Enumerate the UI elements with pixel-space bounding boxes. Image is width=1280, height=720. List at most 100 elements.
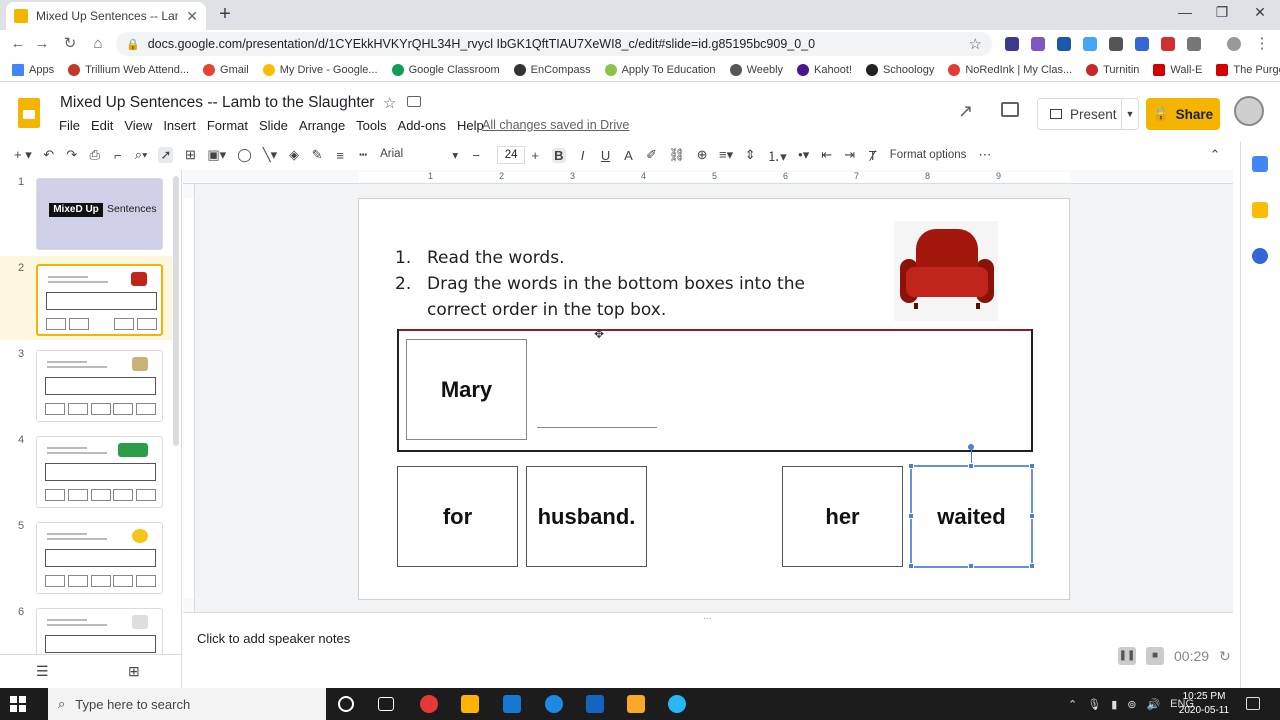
increase-font-size-icon[interactable]: + — [529, 148, 541, 163]
close-window-button[interactable]: ✕ — [1245, 4, 1275, 24]
zoom-icon[interactable]: ⌕▾ — [135, 147, 148, 163]
mail-icon[interactable] — [503, 695, 521, 713]
pause-icon[interactable]: ❚❚ — [1118, 647, 1136, 665]
highlight-color-icon[interactable]: ✐ — [646, 147, 658, 163]
edge-icon[interactable] — [545, 695, 563, 713]
slide-thumbnail[interactable] — [36, 350, 163, 422]
paint-format-icon[interactable]: ⌐ — [112, 148, 124, 163]
word-card-husband[interactable]: husband. — [526, 466, 647, 567]
decrease-indent-icon[interactable]: ⇤ — [821, 147, 833, 163]
select-icon[interactable]: ➚ — [158, 147, 174, 163]
volume-icon[interactable]: 🔊 — [1146, 698, 1160, 711]
back-button[interactable]: ← — [8, 34, 28, 54]
word-icon[interactable] — [586, 695, 604, 713]
menu-tools[interactable]: Tools — [356, 118, 386, 133]
collapse-toolbar-icon[interactable]: ⌃ — [1209, 147, 1221, 163]
line-spacing-icon[interactable]: ⇕ — [744, 147, 756, 163]
windows-start-icon[interactable] — [10, 696, 26, 712]
slide-thumbnail-row[interactable]: 2 — [0, 256, 172, 340]
account-avatar[interactable] — [1234, 96, 1264, 126]
app-icon[interactable] — [668, 695, 686, 713]
reload-button[interactable]: ↻ — [60, 34, 80, 54]
more-icon[interactable]: ⋯ — [978, 147, 991, 163]
word-card-mary[interactable]: Mary — [406, 339, 527, 440]
extension-icon[interactable] — [1135, 37, 1149, 51]
fill-color-icon[interactable]: ◈ — [288, 147, 300, 163]
stop-icon[interactable]: ■ — [1146, 647, 1164, 665]
align-icon[interactable]: ≡▾ — [719, 147, 733, 163]
increase-indent-icon[interactable]: ⇥ — [844, 147, 856, 163]
extension-icon[interactable] — [1005, 37, 1019, 51]
bookmark-item[interactable]: The Purge — [1216, 63, 1280, 76]
new-slide-icon[interactable]: + ▾ — [14, 147, 32, 163]
font-size-input[interactable]: 24 — [497, 146, 526, 164]
show-hidden-icons-icon[interactable]: ⌃ — [1068, 698, 1077, 711]
word-card-for[interactable]: for — [397, 466, 518, 567]
share-button[interactable]: 🔒 Share — [1146, 98, 1220, 130]
bookmark-item[interactable]: Trillium Web Attend... — [68, 63, 189, 76]
word-card-her[interactable]: her — [782, 466, 903, 567]
text-color-icon[interactable]: A — [623, 148, 635, 163]
word-card-waited[interactable]: waited — [911, 466, 1032, 567]
bookmark-star-icon[interactable]: ☆ — [969, 35, 982, 53]
minimize-window-button[interactable]: — — [1170, 4, 1200, 24]
font-family-select[interactable]: Arial ▾ — [380, 148, 458, 162]
taskbar-search[interactable]: ⌕ Type here to search — [48, 688, 326, 720]
format-options-button[interactable]: Format options — [890, 149, 967, 161]
tasks-icon[interactable] — [1252, 248, 1268, 264]
url-text[interactable]: docs.google.com/presentation/d/1CYEkkHVK… — [148, 37, 961, 51]
resize-handle[interactable] — [968, 463, 974, 469]
document-title[interactable]: Mixed Up Sentences -- Lamb to the Slaugh… — [60, 94, 374, 112]
line-icon[interactable]: ╲▾ — [263, 147, 277, 163]
speaker-notes[interactable]: ∙∙∙ Click to add speaker notes — [183, 612, 1233, 688]
slide-thumbnail[interactable] — [36, 522, 163, 594]
notifications-icon[interactable] — [1246, 697, 1260, 710]
menu-edit[interactable]: Edit — [91, 118, 113, 133]
address-bar[interactable]: 🔒 docs.google.com/presentation/d/1CYEkkH… — [116, 32, 992, 56]
bookmark-item[interactable]: Schoology — [865, 63, 934, 76]
extension-icon[interactable] — [1109, 37, 1123, 51]
slide-thumbnail-row[interactable]: 1 MixeD Up Sentences — [0, 170, 172, 254]
slide-thumbnail[interactable] — [36, 264, 163, 336]
resize-handle[interactable] — [908, 463, 914, 469]
slide-thumbnail[interactable]: MixeD Up Sentences — [36, 178, 163, 250]
cortana-icon[interactable] — [338, 696, 354, 712]
forward-button[interactable]: → — [32, 34, 52, 54]
maximize-window-button[interactable]: ❐ — [1207, 4, 1237, 24]
menu-view[interactable]: View — [124, 118, 152, 133]
border-dash-icon[interactable]: ┅ — [357, 147, 369, 163]
browser-tab[interactable]: Mixed Up Sentences -- Lamb to th ✕ — [6, 2, 206, 30]
bulleted-list-icon[interactable]: •▾ — [798, 147, 810, 163]
microphone-icon[interactable]: 🎙 — [1087, 698, 1101, 711]
resize-handle[interactable] — [908, 513, 914, 519]
move-to-folder-icon[interactable] — [407, 96, 421, 107]
bookmark-item[interactable]: Apps — [12, 63, 54, 76]
battery-icon[interactable]: ▮ — [1111, 698, 1117, 711]
image-icon[interactable]: ▣▾ — [207, 147, 226, 163]
profile-avatar-icon[interactable] — [1227, 37, 1241, 51]
save-status[interactable]: All changes saved in Drive — [482, 118, 629, 132]
activity-dashboard-icon[interactable]: ↗ — [958, 101, 973, 122]
menu-arrange[interactable]: Arrange — [299, 118, 345, 133]
bookmark-item[interactable]: Apply To Education — [604, 63, 716, 76]
instructions-text-box[interactable]: 1. Read the words. 2. Drag the words in … — [395, 245, 855, 323]
list-view-icon[interactable]: ☰ — [36, 663, 49, 680]
resize-handle[interactable] — [1029, 513, 1035, 519]
network-icon[interactable]: ⊚ — [1127, 698, 1136, 711]
notes-drag-handle[interactable]: ∙∙∙ — [703, 613, 711, 624]
filmstrip-scrollbar[interactable] — [173, 176, 179, 446]
border-weight-icon[interactable]: ≡ — [334, 148, 346, 163]
armchair-image[interactable] — [894, 221, 998, 321]
bookmark-item[interactable]: Weebly — [729, 63, 783, 76]
undo-icon[interactable]: ↶ — [43, 147, 55, 163]
slide-thumbnail-row[interactable]: 5 — [0, 514, 172, 598]
shape-icon[interactable]: ◯ — [237, 147, 252, 163]
clear-formatting-icon[interactable]: Ⱦ — [867, 148, 879, 163]
extension-icon[interactable] — [1031, 37, 1045, 51]
home-button[interactable]: ⌂ — [88, 34, 108, 54]
resize-handle[interactable] — [968, 563, 974, 569]
new-tab-button[interactable]: + — [214, 4, 236, 26]
menu-slide[interactable]: Slide — [259, 118, 288, 133]
extension-icon[interactable] — [1161, 37, 1175, 51]
bookmark-item[interactable]: Kahoot! — [797, 63, 852, 76]
